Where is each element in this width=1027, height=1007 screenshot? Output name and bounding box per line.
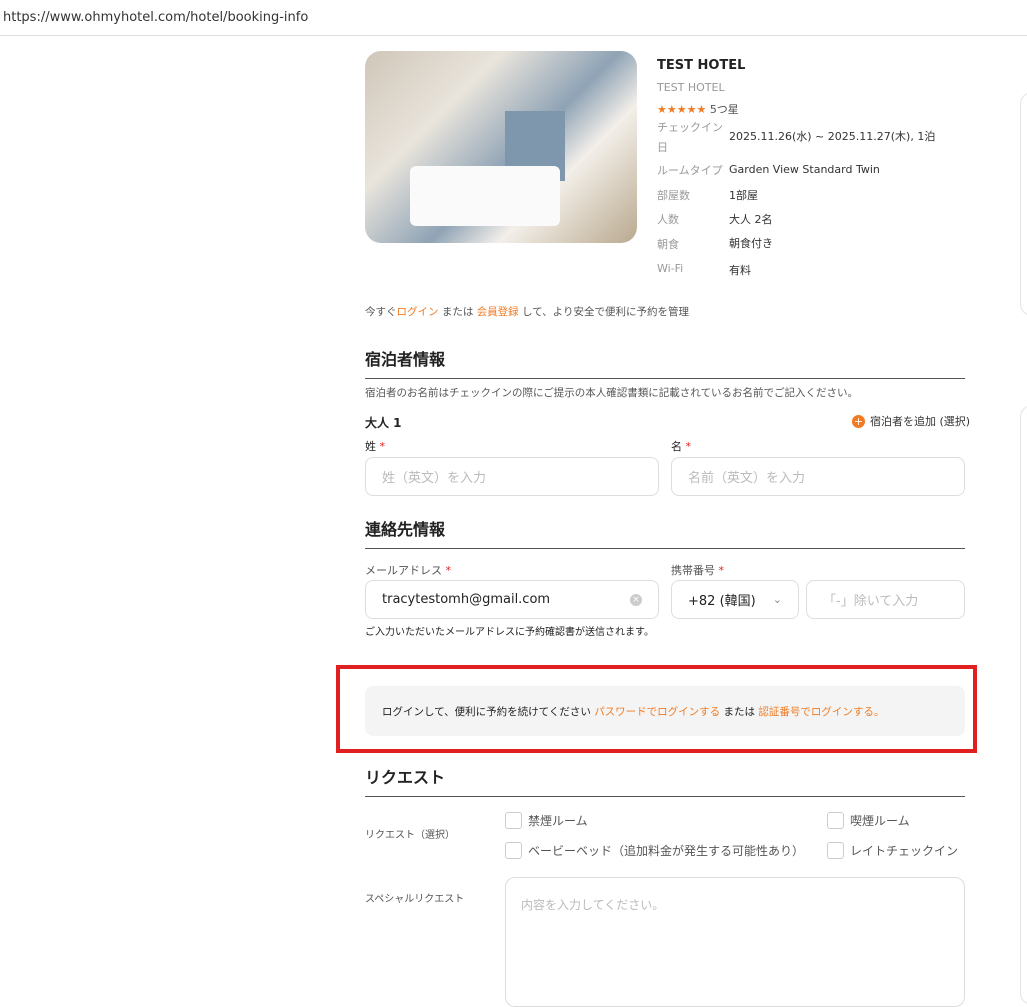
contact-section-title: 連絡先情報: [365, 516, 965, 549]
login-box: ログインして、便利に予約を続けてください パスワードでログインする または 認証…: [365, 686, 965, 736]
detail-value: 2025.11.26(水) ~ 2025.11.27(木), 1泊: [729, 130, 936, 143]
email-label: メールアドレス *: [365, 564, 451, 577]
hotel-subname: TEST HOTEL: [657, 81, 725, 94]
checkbox: [827, 812, 844, 829]
plus-circle-icon: +: [852, 414, 865, 428]
star-rating: ★★★★★ 5つ星: [657, 101, 739, 117]
url-text: https://www.ohmyhotel.com/hotel/booking-…: [3, 10, 309, 25]
first-name-input[interactable]: 名前（英文）を入力: [671, 457, 965, 496]
side-panel-card: [1020, 92, 1027, 316]
phone-input[interactable]: 「-」除いて入力: [806, 580, 965, 619]
last-name-label: 姓 *: [365, 440, 385, 453]
detail-value: 朝食付き: [729, 237, 773, 250]
code-login-link[interactable]: 認証番号でログインする。: [758, 706, 884, 718]
star-label: 5つ星: [709, 103, 739, 116]
clear-icon[interactable]: ×: [630, 593, 642, 606]
option-nonsmoking[interactable]: 禁煙ルーム: [505, 812, 588, 829]
email-note: ご入力いただいたメールアドレスに予約確認書が送信されます。: [365, 627, 654, 638]
chevron-down-icon: ⌄: [772, 593, 782, 606]
phone-label: 携帯番号 *: [671, 564, 724, 577]
star-icons: ★★★★★: [657, 103, 707, 116]
first-name-label: 名 *: [671, 440, 691, 453]
hotel-name: TEST HOTEL: [657, 58, 746, 73]
country-code-select[interactable]: +82 (韓国) ⌄: [671, 580, 799, 619]
password-login-link[interactable]: パスワードでログインする: [594, 706, 720, 718]
detail-value: 大人 2名: [729, 213, 773, 226]
detail-label: 人数: [657, 213, 679, 226]
email-input[interactable]: tracytestomh@gmail.com ×: [365, 580, 659, 619]
address-bar[interactable]: https://www.ohmyhotel.com/hotel/booking-…: [0, 0, 1027, 36]
checkbox: [827, 842, 844, 859]
detail-value: 有料: [729, 264, 751, 277]
last-name-input[interactable]: 姓（英文）を入力: [365, 457, 659, 496]
checkbox: [505, 842, 522, 859]
detail-label: Wi-Fi: [657, 262, 684, 275]
guest-note: 宿泊者のお名前はチェックインの際にご提示の本人確認書類に記載されているお名前でご…: [365, 387, 858, 399]
detail-label: チェックイン日: [657, 121, 723, 154]
login-link[interactable]: ログイン: [397, 306, 439, 318]
option-late-checkin[interactable]: レイトチェックイン: [827, 842, 958, 859]
adult-label: 大人 1: [365, 416, 402, 430]
checkbox: [505, 812, 522, 829]
add-guest-button[interactable]: + 宿泊者を追加 (選択): [852, 413, 970, 429]
detail-value: Garden View Standard Twin: [729, 163, 880, 176]
detail-value: 1部屋: [729, 189, 758, 202]
guest-section-title: 宿泊者情報: [365, 346, 965, 379]
detail-label: 朝食: [657, 238, 679, 251]
request-section-title: リクエスト: [365, 764, 965, 797]
login-prompt: 今すぐログイン または 会員登録 して、より安全で便利に予約を管理: [365, 306, 689, 318]
signup-link[interactable]: 会員登録: [477, 306, 519, 318]
detail-label: ルームタイプ: [657, 164, 723, 177]
hotel-photo: [365, 51, 637, 243]
special-request-textarea[interactable]: 内容を入力してください。: [505, 877, 965, 1007]
side-panel-card: [1020, 405, 1027, 1005]
special-request-label: スペシャルリクエスト: [365, 894, 465, 905]
detail-label: 部屋数: [657, 189, 690, 202]
option-baby-bed[interactable]: ベービーベッド（追加料金が発生する可能性あり）: [505, 842, 804, 859]
request-label: リクエスト（選択）: [365, 830, 455, 841]
option-smoking[interactable]: 喫煙ルーム: [827, 812, 910, 829]
